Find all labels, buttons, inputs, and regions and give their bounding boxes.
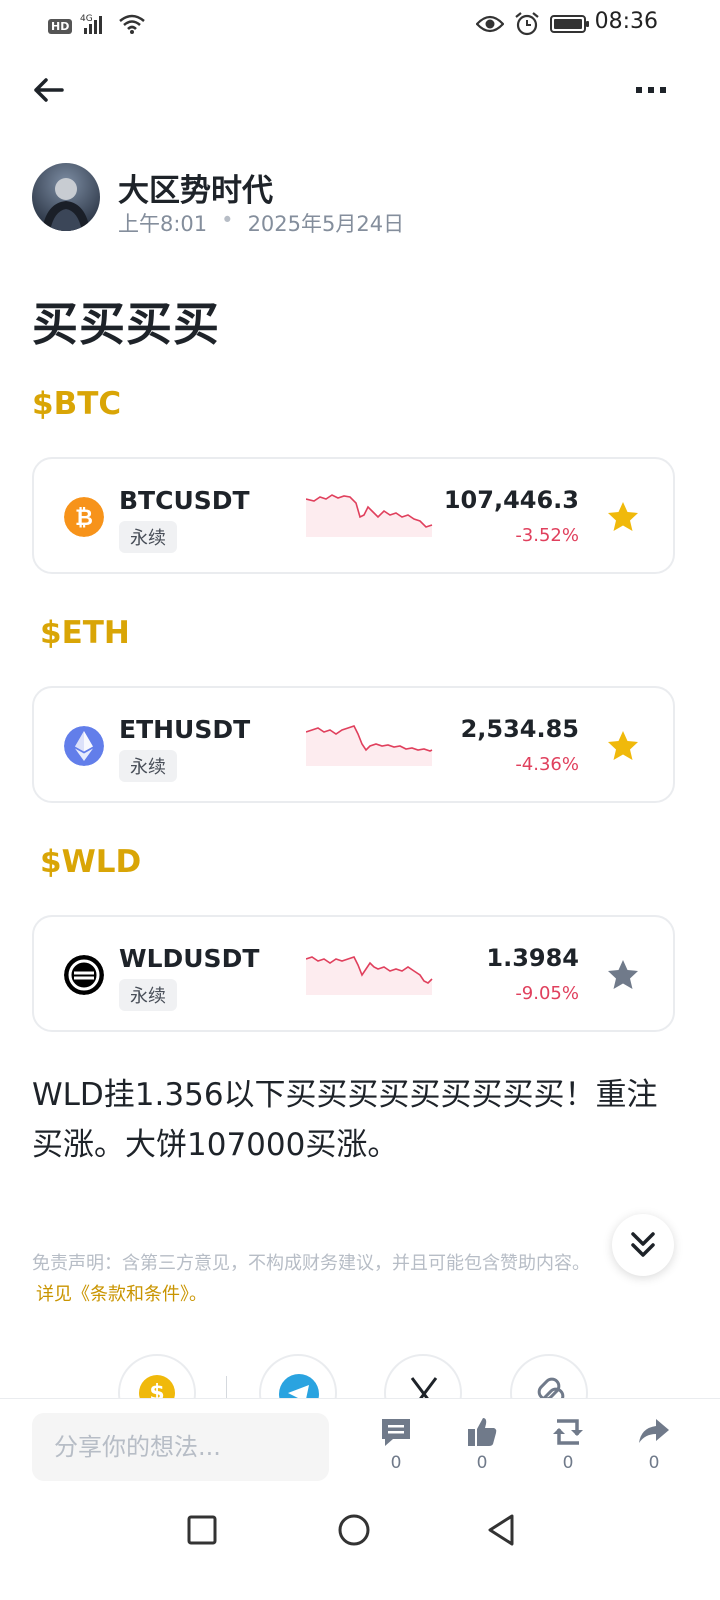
svg-text:4G: 4G	[80, 14, 93, 24]
share-row: $	[0, 1354, 720, 1400]
share-arrow-icon	[639, 1419, 669, 1443]
coin-change: -4.36%	[515, 754, 579, 775]
hd-badge: HD	[48, 18, 73, 34]
cellular-signal-icon: 4G	[80, 12, 110, 40]
x-logo-icon	[410, 1377, 438, 1400]
alarm-icon	[514, 12, 540, 40]
coin-price: 107,446.3	[443, 486, 579, 514]
dollar-coin-icon: $	[139, 1375, 175, 1400]
perpetual-badge: 永续	[119, 979, 177, 1011]
battery-icon	[550, 14, 590, 38]
cashtag-wld[interactable]: $WLD	[40, 844, 141, 880]
cashtag-eth[interactable]: $ETH	[40, 615, 130, 651]
more-dots-icon	[636, 87, 666, 93]
coin-change: -3.52%	[515, 525, 579, 546]
copy-link-button[interactable]	[510, 1354, 588, 1400]
coin-symbol: BTCUSDT	[119, 486, 250, 515]
bitcoin-icon: ₿	[64, 497, 104, 537]
ethereum-icon	[64, 726, 104, 766]
wifi-icon	[118, 13, 146, 39]
repost-icon	[553, 1419, 583, 1445]
post-title: 买买买买	[32, 297, 220, 351]
post-date: 2025年5月24日	[247, 212, 405, 236]
star-icon[interactable]	[605, 499, 641, 535]
disclaimer-text: 免责声明：含第三方意见，不构成财务建议，并且可能包含赞助内容。	[32, 1253, 590, 1274]
coin-change: -9.05%	[515, 983, 579, 1004]
coin-price: 1.3984	[486, 944, 579, 972]
arrow-left-icon	[34, 78, 64, 102]
system-nav-bar	[0, 1500, 720, 1600]
author-name[interactable]: 大区势时代	[118, 165, 273, 210]
comment-icon	[382, 1419, 410, 1446]
clock: 08:36	[594, 9, 658, 34]
comment-button[interactable]: 0	[366, 1415, 426, 1473]
price-sparkline	[306, 956, 433, 995]
repost-count: 0	[562, 1453, 574, 1473]
price-sparkline	[306, 494, 433, 537]
share-telegram-button[interactable]	[259, 1354, 337, 1400]
recent-apps-icon[interactable]	[186, 1514, 218, 1546]
post-time: 上午8:01	[118, 212, 208, 236]
svg-text:₿: ₿	[75, 506, 93, 531]
back-button[interactable]	[30, 72, 70, 108]
coin-card-btc[interactable]: ₿ BTCUSDT 永续 107,446.3 -3.52%	[32, 457, 675, 574]
coin-symbol: WLDUSDT	[119, 944, 260, 973]
divider	[226, 1376, 227, 1400]
repost-button[interactable]: 0	[538, 1415, 598, 1473]
eye-icon	[475, 14, 505, 38]
worldcoin-icon	[64, 955, 104, 995]
coin-price: 2,534.85	[460, 715, 579, 743]
status-bar: HD 4G 08:36	[0, 0, 720, 48]
like-count: 0	[476, 1453, 488, 1473]
share-x-button[interactable]	[384, 1354, 462, 1400]
like-button[interactable]: 0	[452, 1415, 512, 1473]
post-body: WLD挂1.356以下买买买买买买买买买！重注买涨。大饼107000买涨。	[32, 1077, 658, 1163]
avatar[interactable]	[32, 163, 100, 231]
share-button[interactable]: 0	[624, 1415, 684, 1473]
thumbs-up-icon	[468, 1418, 497, 1446]
back-triangle-icon[interactable]	[484, 1512, 520, 1548]
comment-count: 0	[390, 1453, 402, 1473]
comment-input[interactable]	[32, 1413, 329, 1481]
perpetual-badge: 永续	[119, 750, 177, 782]
double-chevron-down-icon	[631, 1232, 655, 1257]
share-count: 0	[648, 1453, 660, 1473]
scroll-down-button[interactable]	[612, 1214, 674, 1276]
star-icon[interactable]	[605, 728, 641, 764]
bottom-action-bar: 0 0 0 0	[0, 1398, 720, 1500]
coin-card-eth[interactable]: ETHUSDT 永续 2,534.85 -4.36%	[32, 686, 675, 803]
cashtag-btc[interactable]: $BTC	[32, 386, 121, 422]
coin-card-wld[interactable]: WLDUSDT 永续 1.3984 -9.05%	[32, 915, 675, 1032]
perpetual-badge: 永续	[119, 521, 177, 553]
star-icon[interactable]	[605, 957, 641, 993]
tip-button[interactable]: $	[118, 1354, 196, 1400]
post-timestamp: 上午8:01 • 2025年5月24日	[118, 208, 404, 238]
dot-separator: •	[221, 208, 234, 232]
home-icon[interactable]	[336, 1512, 372, 1548]
price-sparkline	[306, 725, 433, 766]
terms-link[interactable]: 详见《条款和条件》。	[36, 1280, 207, 1306]
coin-symbol: ETHUSDT	[119, 715, 251, 744]
more-options-button[interactable]	[634, 80, 674, 100]
link-icon	[537, 1377, 565, 1400]
telegram-icon	[279, 1374, 319, 1400]
